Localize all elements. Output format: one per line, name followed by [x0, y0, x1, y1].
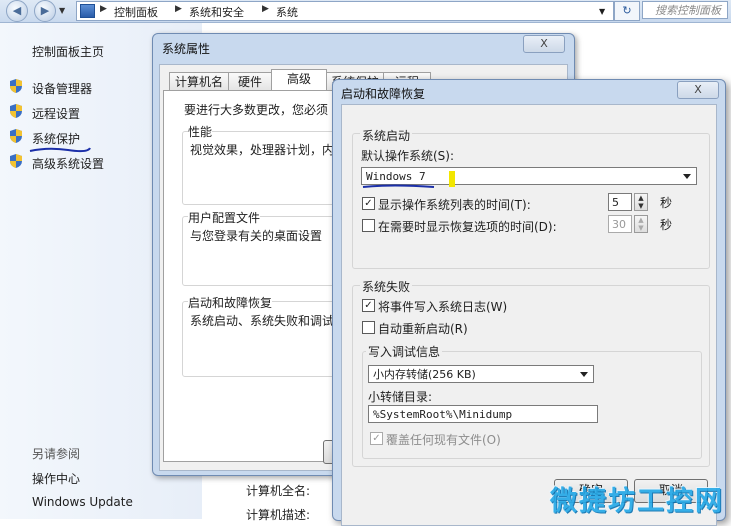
close-button[interactable]: X — [523, 35, 565, 53]
back-button[interactable]: ◀ — [6, 0, 28, 22]
debug-info-title: 写入调试信息 — [366, 343, 443, 360]
annotation-underline — [362, 184, 435, 188]
action-center-link[interactable]: 操作中心 — [32, 470, 80, 487]
user-profiles-description: 与您登录有关的桌面设置 — [190, 229, 323, 243]
remote-settings-link[interactable]: 远程设置 — [32, 105, 80, 122]
overwrite-files-checkbox[interactable]: ✓ — [370, 432, 383, 445]
dump-directory-label: 小转储目录: — [368, 390, 433, 404]
windows-update-link[interactable]: Windows Update — [32, 495, 133, 509]
shield-icon — [10, 129, 22, 143]
refresh-icon: ↻ — [622, 4, 632, 17]
dialog-body: 系统启动 默认操作系统(S): Windows 7 ✓ 显示操作系统列表的时间(… — [341, 104, 717, 526]
system-startup-title: 系统启动 — [360, 127, 413, 144]
seconds-unit-label: 秒 — [660, 218, 673, 232]
admin-notice-text: 要进行大多数更改，您必须 — [184, 103, 329, 117]
startup-recovery-title: 启动和故障恢复 — [188, 294, 273, 311]
breadcrumb[interactable]: ▶ 控制面板 ▶ 系统和安全 ▶ 系统 ▼ — [76, 1, 614, 21]
shield-icon — [10, 104, 22, 118]
seconds-unit-label: 秒 — [660, 196, 673, 210]
chevron-down-icon — [683, 174, 691, 179]
breadcrumb-separator-icon: ▶ — [262, 4, 269, 14]
show-os-list-checkbox[interactable]: ✓ — [362, 197, 375, 210]
performance-description: 视觉效果，处理器计划，内 — [190, 143, 335, 157]
computer-description-label: 计算机描述: — [246, 508, 311, 522]
control-panel-home-link[interactable]: 控制面板主页 — [32, 43, 104, 60]
spin-updown-button[interactable]: ▲ ▼ — [634, 193, 648, 211]
address-toolbar: ◀ ▶ ▼ ▶ 控制面板 ▶ 系统和安全 ▶ 系统 ▼ ↻ 搜索控制面板 — [0, 0, 731, 23]
dump-type-select[interactable]: 小内存转储(256 KB) — [368, 365, 594, 383]
startup-recovery-dialog: 启动和故障恢复 X 系统启动 默认操作系统(S): Windows 7 ✓ 显示… — [332, 79, 726, 526]
write-event-log-checkbox[interactable]: ✓ — [362, 299, 375, 312]
close-icon: X — [540, 37, 548, 50]
dialog-title: 系统属性 — [162, 42, 211, 56]
see-also-heading: 另请参阅 — [32, 447, 81, 461]
breadcrumb-item[interactable]: 系统和安全 — [189, 4, 244, 20]
startup-recovery-description: 系统启动、系统失败和调试 — [190, 314, 335, 328]
tab-advanced[interactable]: 高级 — [271, 69, 327, 91]
control-panel-icon — [80, 4, 95, 18]
close-icon: X — [694, 83, 702, 96]
user-profiles-title: 用户配置文件 — [188, 209, 261, 226]
default-os-value: Windows 7 — [366, 170, 426, 183]
overwrite-files-label: 覆盖任何现有文件(O) — [386, 433, 501, 447]
default-os-label: 默认操作系统(S): — [361, 149, 455, 163]
show-os-list-label: 显示操作系统列表的时间(T): — [378, 198, 531, 212]
tab-hardware[interactable]: 硬件 — [228, 72, 272, 91]
write-event-log-label: 将事件写入系统日志(W) — [378, 300, 508, 314]
dump-type-value: 小内存转储(256 KB) — [373, 368, 476, 381]
system-failure-title: 系统失败 — [360, 278, 413, 295]
search-input[interactable]: 搜索控制面板 — [642, 1, 728, 19]
address-dropdown-chevron-icon[interactable]: ▼ — [599, 7, 605, 16]
breadcrumb-separator-icon: ▶ — [100, 4, 107, 14]
breadcrumb-item[interactable]: 系统 — [276, 4, 298, 20]
chevron-down-icon — [580, 372, 588, 377]
performance-title: 性能 — [188, 123, 213, 140]
shield-icon — [10, 79, 22, 93]
refresh-button[interactable]: ↻ — [614, 1, 640, 21]
breadcrumb-separator-icon: ▶ — [175, 4, 182, 14]
advanced-system-settings-link[interactable]: 高级系统设置 — [32, 155, 104, 172]
dump-directory-input[interactable]: %SystemRoot%\Minidump — [368, 405, 598, 423]
show-recovery-label: 在需要时显示恢复选项的时间(D): — [378, 220, 557, 234]
tab-computer-name[interactable]: 计算机名 — [169, 72, 229, 91]
device-manager-link[interactable]: 设备管理器 — [32, 80, 92, 97]
dialog-title: 启动和故障恢复 — [341, 87, 426, 101]
close-button[interactable]: X — [677, 81, 719, 99]
breadcrumb-item[interactable]: 控制面板 — [114, 4, 158, 20]
computer-full-name-label: 计算机全名: — [246, 484, 311, 498]
forward-button[interactable]: ▶ — [34, 0, 56, 22]
auto-restart-checkbox[interactable] — [362, 321, 375, 334]
spin-updown-button[interactable]: ▲ ▼ — [634, 215, 648, 233]
auto-restart-label: 自动重新启动(R) — [378, 322, 468, 336]
shield-icon — [10, 154, 22, 168]
show-recovery-checkbox[interactable] — [362, 219, 375, 232]
watermark-logo: 微捷坊工控网 — [550, 486, 724, 517]
show-recovery-seconds-input[interactable]: 30 — [608, 215, 632, 233]
show-os-list-seconds-input[interactable]: 5 — [608, 193, 632, 211]
annotation-underline — [29, 147, 91, 153]
annotation-highlight-mark — [449, 171, 455, 187]
recent-pages-chevron-icon[interactable]: ▼ — [59, 6, 65, 15]
